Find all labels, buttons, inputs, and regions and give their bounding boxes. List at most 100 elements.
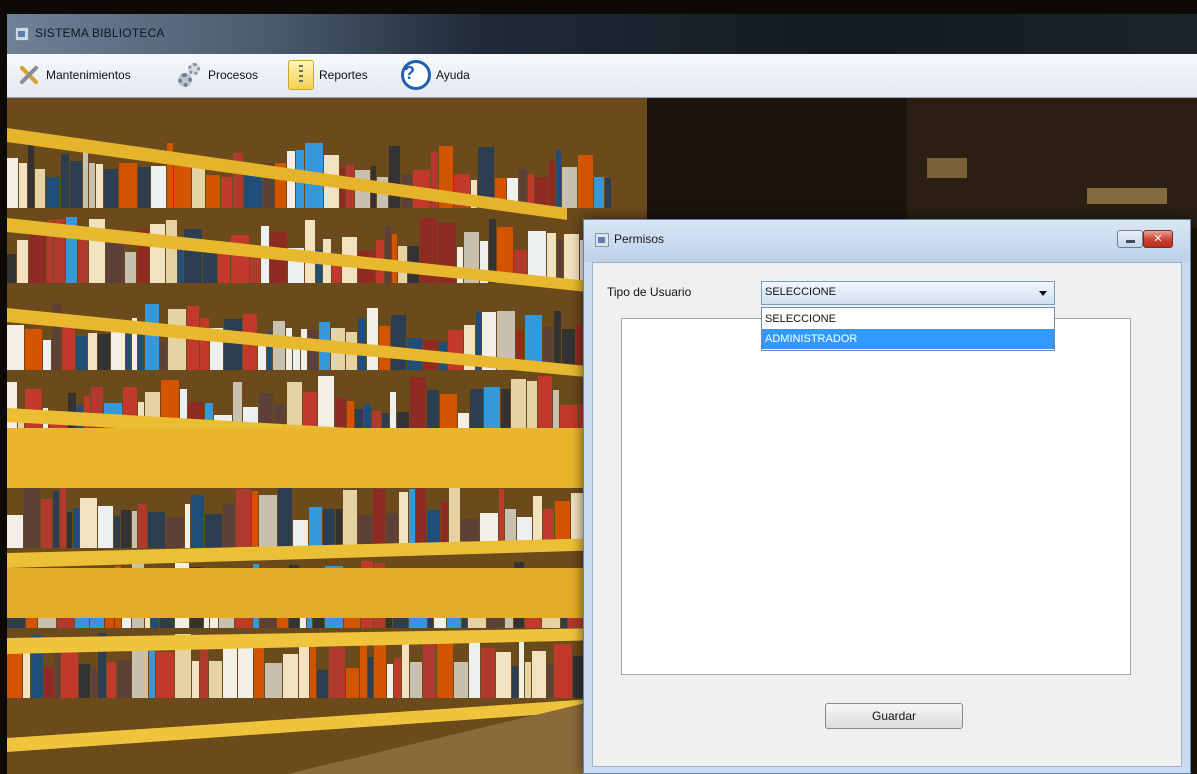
main-window-title: SISTEMA BIBLIOTECA [35, 26, 165, 40]
book-spine [392, 234, 397, 283]
permisos-list-panel[interactable] [621, 318, 1131, 675]
book-spine [368, 657, 373, 698]
book-spine [29, 234, 46, 283]
book-spine [150, 224, 165, 283]
book-spine [343, 490, 357, 548]
menu-item-mantenimientos[interactable]: Mantenimientos [15, 60, 131, 90]
book-spine [192, 164, 205, 208]
book-spine [23, 647, 30, 698]
book-spine [138, 167, 150, 208]
main-titlebar[interactable]: SISTEMA BIBLIOTECA [7, 14, 1197, 54]
book-spine [203, 249, 217, 283]
close-button[interactable]: ✕ [1143, 230, 1173, 248]
book-spine [205, 514, 222, 548]
tools-icon [15, 62, 41, 88]
dialog-title: Permisos [614, 232, 665, 246]
book-spine [554, 311, 561, 370]
book-spine [496, 652, 511, 698]
book-spine [76, 336, 87, 370]
book-spine [149, 651, 155, 698]
book-spine [556, 150, 561, 208]
dropdown-option[interactable]: SELECCIONE [762, 309, 1054, 329]
book-spine [336, 509, 342, 548]
book-spine [547, 233, 556, 283]
book-spine [385, 226, 391, 283]
book-spine [323, 509, 335, 548]
help-icon: ? [401, 60, 431, 90]
dropdown-option-highlighted[interactable]: ADMINISTRADOR [762, 329, 1054, 349]
combo-selected-value: SELECCIONE [765, 286, 836, 298]
book-spine [55, 647, 60, 698]
book-spine [98, 506, 113, 548]
book-spine [223, 641, 237, 698]
book-spine [564, 234, 579, 283]
book-spine [360, 637, 367, 698]
book-spine [43, 340, 51, 370]
book-spine [525, 662, 531, 698]
book-spine [91, 668, 97, 698]
book-spine [98, 334, 110, 370]
tipo-usuario-dropdown-list: SELECCIONE ADMINISTRADOR [761, 307, 1055, 351]
book-spine [191, 495, 204, 548]
book-spine [156, 652, 174, 698]
book-spine [184, 229, 202, 283]
book-spine [174, 162, 191, 208]
menu-item-label: Mantenimientos [46, 68, 131, 82]
tipo-usuario-combobox[interactable]: SELECCIONE [761, 281, 1055, 305]
app-window-icon [15, 27, 29, 41]
book-spine [410, 662, 422, 698]
book-spine [88, 333, 97, 370]
tipo-usuario-label: Tipo de Usuario [607, 285, 692, 299]
book-spine [70, 161, 82, 208]
book-spine [151, 166, 166, 208]
menu-item-reportes[interactable]: Reportes [288, 60, 368, 90]
book-spine [148, 512, 165, 548]
book-spine [252, 491, 258, 548]
book-spine [236, 489, 251, 548]
book-spine [53, 491, 59, 548]
menu-item-ayuda[interactable]: ? Ayuda [401, 60, 470, 90]
book-spine [416, 488, 426, 548]
dialog-titlebar[interactable]: Permisos ✕ [584, 220, 1190, 262]
chevron-down-icon[interactable] [1039, 291, 1047, 296]
book-spine [132, 511, 137, 548]
book-spine [373, 489, 385, 548]
book-spine [605, 178, 611, 208]
book-spine [223, 504, 235, 548]
menu-item-label: Reportes [319, 68, 368, 82]
book-spine [7, 158, 18, 208]
book-spine [317, 670, 328, 698]
book-spine [576, 325, 582, 370]
book-spine [358, 515, 372, 548]
menu-bar: Mantenimientos Procesos Reportes ? Ayuda [7, 54, 1197, 98]
book-spine [259, 495, 277, 548]
book-spine [499, 489, 504, 548]
book-spine [78, 236, 88, 283]
book-spine [19, 163, 27, 208]
book-spine [562, 167, 577, 208]
book-spine [79, 664, 90, 698]
book-spine [24, 488, 40, 548]
book-spine [121, 510, 131, 548]
book-spine [200, 318, 209, 370]
menu-item-procesos[interactable]: Procesos [175, 60, 258, 90]
book-spine [278, 483, 292, 548]
guardar-button[interactable]: Guardar [825, 703, 963, 729]
book-spine [125, 252, 136, 283]
gears-icon [175, 61, 203, 89]
book-spine [346, 668, 359, 698]
minimize-button[interactable] [1117, 230, 1143, 248]
book-spine [114, 516, 120, 548]
book-spine [138, 504, 147, 548]
book-spine [293, 520, 308, 548]
book-spine [532, 651, 546, 698]
book-spine [166, 517, 184, 548]
book-spine [7, 515, 23, 548]
book-spine [394, 658, 401, 698]
book-spine [138, 330, 144, 370]
book-spine [519, 635, 524, 698]
book-spine [387, 664, 393, 698]
book-spine [402, 636, 409, 698]
book-spine [209, 661, 222, 698]
book-spine [89, 163, 95, 208]
